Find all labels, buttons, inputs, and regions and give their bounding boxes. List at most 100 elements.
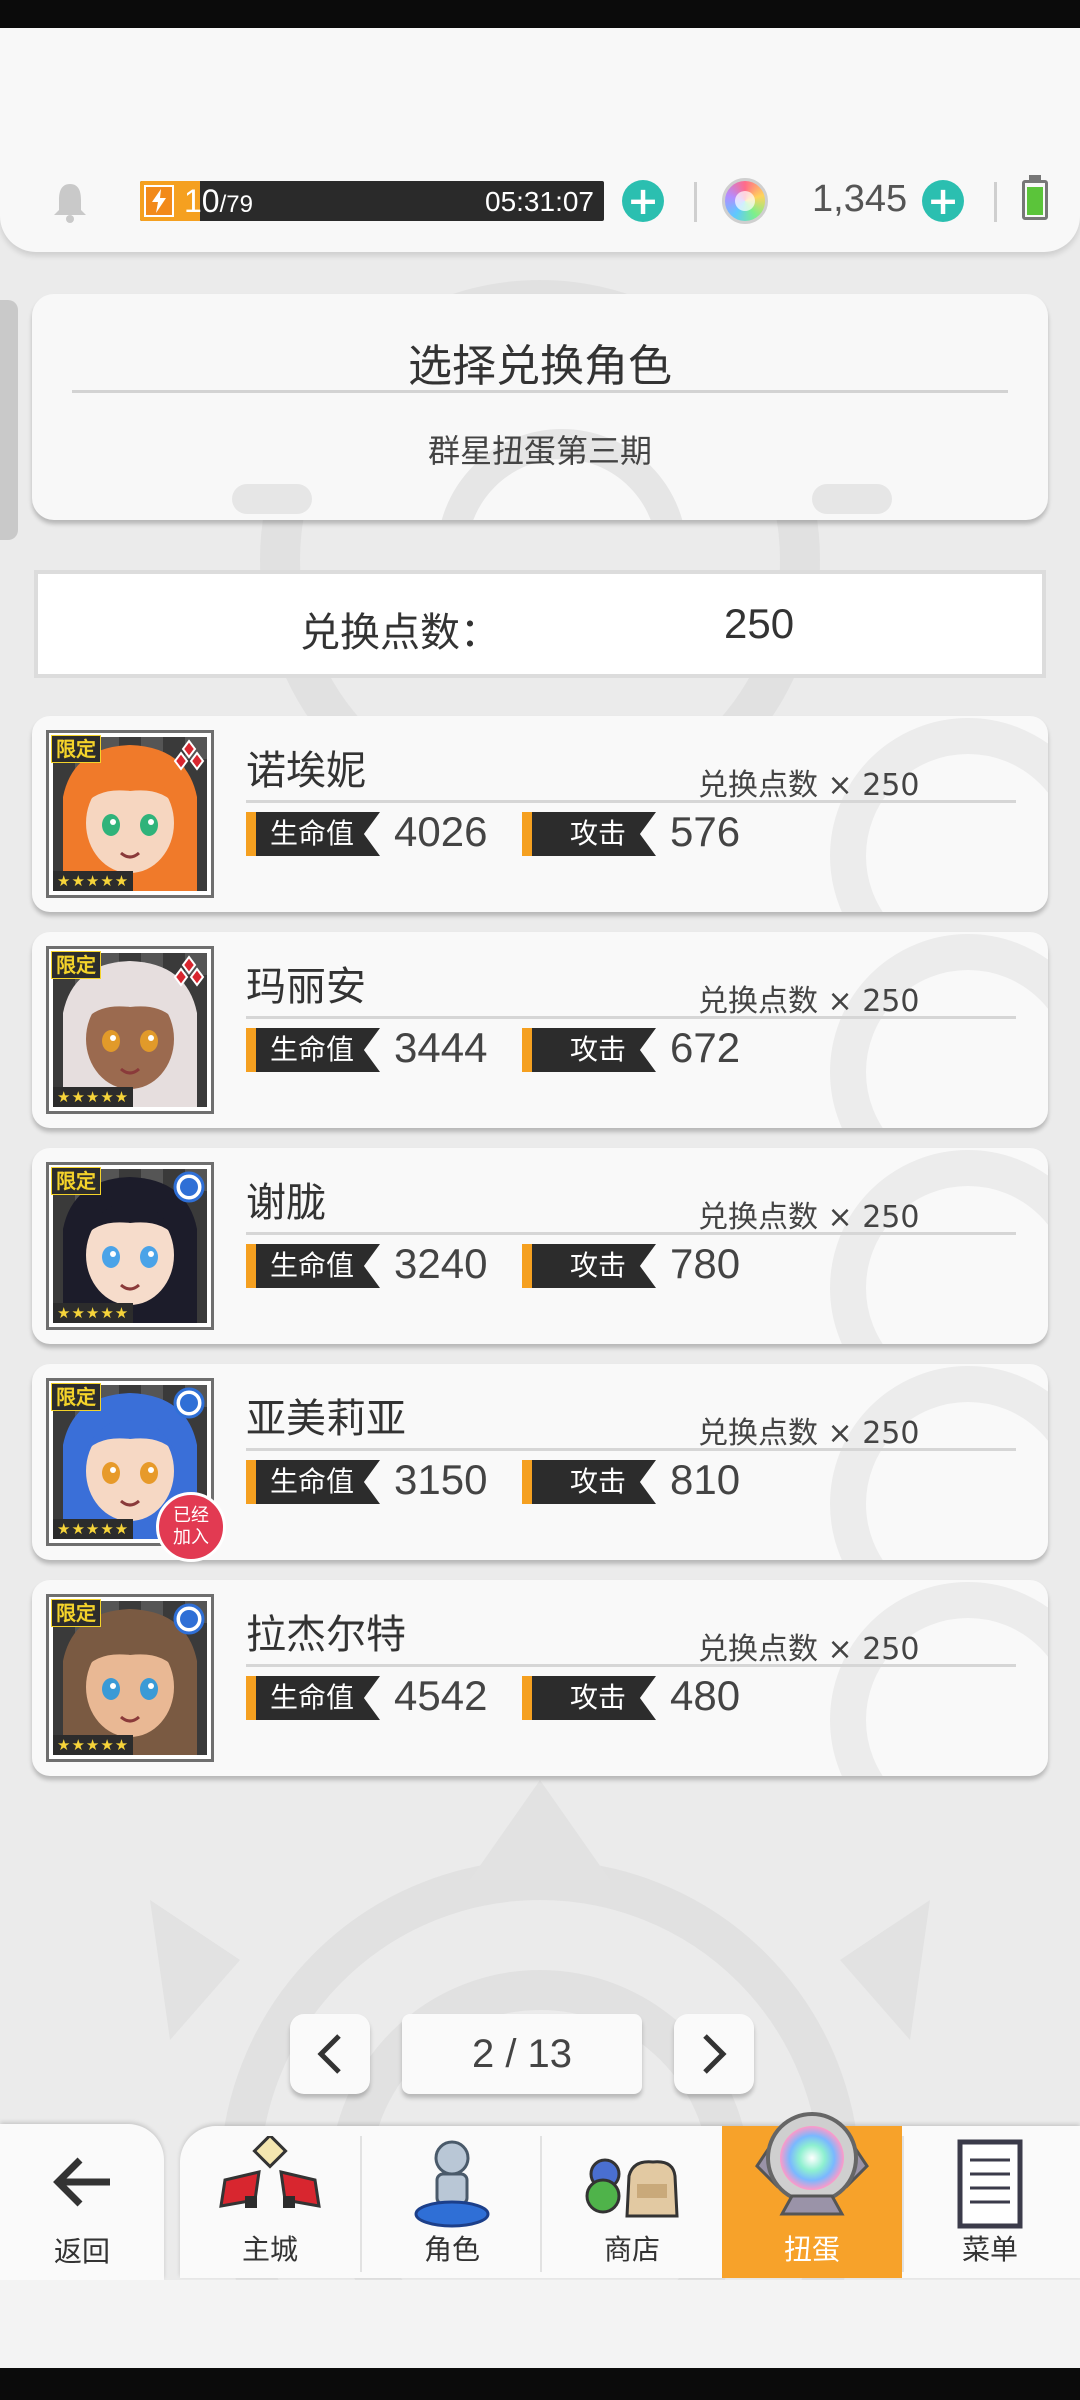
character-name: 拉杰尔特	[246, 1612, 406, 1658]
limited-tag: 限定	[51, 1599, 101, 1627]
page-subtitle: 群星扭蛋第三期	[427, 432, 652, 470]
joined-badge-line1: 已经	[173, 1505, 209, 1526]
already-joined-badge: 已经 加入	[156, 1492, 226, 1562]
exchange-points-box: 兑换点数： 250	[34, 570, 1046, 678]
hp-label: 生命值	[246, 1460, 380, 1504]
character-portrait[interactable]: 限定 ★★★★★	[46, 1594, 214, 1762]
limited-tag: 限定	[51, 1167, 101, 1195]
star-rating: ★★★★★	[53, 1087, 134, 1107]
attack-label: 攻击	[522, 812, 656, 856]
page-title: 选择兑换角色	[408, 341, 672, 392]
nav-shop-label: 商店	[603, 2233, 660, 2266]
side-drawer-handle[interactable]	[0, 300, 18, 540]
chevron-left-icon	[317, 2034, 341, 2074]
character-card[interactable]: 限定 ★★★★★ 拉杰尔特 兑换点数 × 250 生命值 4542 攻击 480	[32, 1580, 1048, 1776]
card-emblem-decoration	[830, 934, 1048, 1128]
exchange-cost: 兑换点数 × 250	[698, 1416, 920, 1451]
name-divider	[246, 1664, 1016, 1667]
hp-label: 生命值	[246, 1676, 380, 1720]
divider	[694, 182, 697, 222]
character-portrait[interactable]: 限定 ★★★★★	[46, 946, 214, 1114]
fire-element-icon	[173, 955, 205, 987]
add-stamina-button[interactable]: +	[622, 180, 664, 222]
attack-label: 攻击	[522, 1028, 656, 1072]
water-element-icon	[173, 1603, 205, 1635]
name-divider	[246, 800, 1016, 803]
limited-tag: 限定	[51, 1383, 101, 1411]
character-portrait[interactable]: 限定 ★★★★★	[46, 1162, 214, 1330]
stamina-count: 10/79	[184, 183, 253, 219]
hp-label: 生命值	[246, 1028, 380, 1072]
divider	[994, 182, 997, 222]
back-arrow-icon	[53, 2157, 110, 2207]
hp-value: 4026	[394, 808, 488, 855]
nav-character[interactable]: 角色	[362, 2126, 542, 2278]
header-card: 选择兑换角色 群星扭蛋第三期	[32, 294, 1048, 520]
hp-label: 生命值	[246, 812, 380, 856]
nav-main-city-label: 主城	[241, 2233, 298, 2266]
character-icon	[414, 2140, 490, 2228]
character-portrait[interactable]: 限定 ★★★★★	[46, 730, 214, 898]
star-rating: ★★★★★	[53, 1735, 134, 1755]
nav-menu[interactable]: 菜单	[900, 2126, 1080, 2278]
shop-bag-icon	[585, 2158, 679, 2218]
attack-value: 480	[670, 1672, 741, 1719]
system-nav-bar	[0, 2368, 1080, 2400]
nav-character-label: 角色	[423, 2233, 480, 2266]
hp-value: 3444	[394, 1024, 488, 1071]
name-divider	[246, 1448, 1016, 1451]
back-button[interactable]: 返回	[0, 2124, 164, 2280]
back-label: 返回	[53, 2235, 110, 2268]
attack-value: 672	[670, 1024, 741, 1071]
notification-bell-icon[interactable]	[50, 180, 90, 224]
character-card[interactable]: 限定 ★★★★★ 玛丽安 兑换点数 × 250 生命值 3444 攻击 672	[32, 932, 1048, 1128]
fire-element-icon	[173, 739, 205, 771]
attack-value: 810	[670, 1456, 741, 1503]
attack-label: 攻击	[522, 1460, 656, 1504]
gem-icon	[722, 178, 768, 224]
hp-value: 3150	[394, 1456, 488, 1503]
character-name: 亚美莉亚	[246, 1396, 406, 1442]
water-element-icon	[173, 1171, 205, 1203]
nav-main-city[interactable]: 主城	[180, 2126, 360, 2278]
star-rating: ★★★★★	[53, 1303, 134, 1323]
character-card[interactable]: 限定 ★★★★★ 诺埃妮 兑换点数 × 250 生命值 4026 攻击 576	[32, 716, 1048, 912]
water-element-icon	[173, 1387, 205, 1419]
attack-value: 576	[670, 808, 741, 855]
character-name: 诺埃妮	[246, 748, 366, 794]
character-name: 玛丽安	[246, 964, 366, 1010]
card-emblem-decoration	[830, 718, 1048, 912]
hp-value: 3240	[394, 1240, 488, 1287]
main-city-icon	[219, 2136, 321, 2208]
exchange-points-value: 250	[724, 600, 795, 647]
character-card[interactable]: 限定 ★★★★★ 谢胧 兑换点数 × 250 生命值 3240 攻击 780	[32, 1148, 1048, 1344]
title-divider	[72, 390, 1008, 393]
add-gems-button[interactable]: +	[922, 180, 964, 222]
exchange-cost: 兑换点数 × 250	[698, 1200, 920, 1235]
nav-gacha-label: 扭蛋	[783, 2233, 840, 2266]
lightning-icon	[144, 185, 174, 217]
star-rating: ★★★★★	[53, 871, 134, 891]
limited-tag: 限定	[51, 951, 101, 979]
name-divider	[246, 1232, 1016, 1235]
stamina-bar: 10/79 05:31:07	[140, 181, 604, 221]
hp-label: 生命值	[246, 1244, 380, 1288]
page-indicator: 2 / 13	[402, 2014, 642, 2094]
gem-count: 1,345	[812, 178, 908, 220]
gacha-orb-icon	[755, 2112, 869, 2216]
card-emblem-decoration	[830, 1366, 1048, 1560]
previous-page-button[interactable]	[290, 2014, 370, 2094]
attack-label: 攻击	[522, 1676, 656, 1720]
attack-label: 攻击	[522, 1244, 656, 1288]
name-divider	[246, 1016, 1016, 1019]
battery-icon	[1022, 180, 1048, 220]
nav-gacha[interactable]: 扭蛋	[722, 2112, 902, 2278]
joined-badge-line2: 加入	[173, 1527, 209, 1548]
exchange-points-label: 兑换点数：	[300, 610, 500, 656]
exchange-cost: 兑换点数 × 250	[698, 1632, 920, 1667]
card-emblem-decoration	[830, 1150, 1048, 1344]
nav-shop[interactable]: 商店	[542, 2126, 722, 2278]
star-rating: ★★★★★	[53, 1519, 134, 1539]
hp-value: 4542	[394, 1672, 488, 1719]
next-page-button[interactable]	[674, 2014, 754, 2094]
